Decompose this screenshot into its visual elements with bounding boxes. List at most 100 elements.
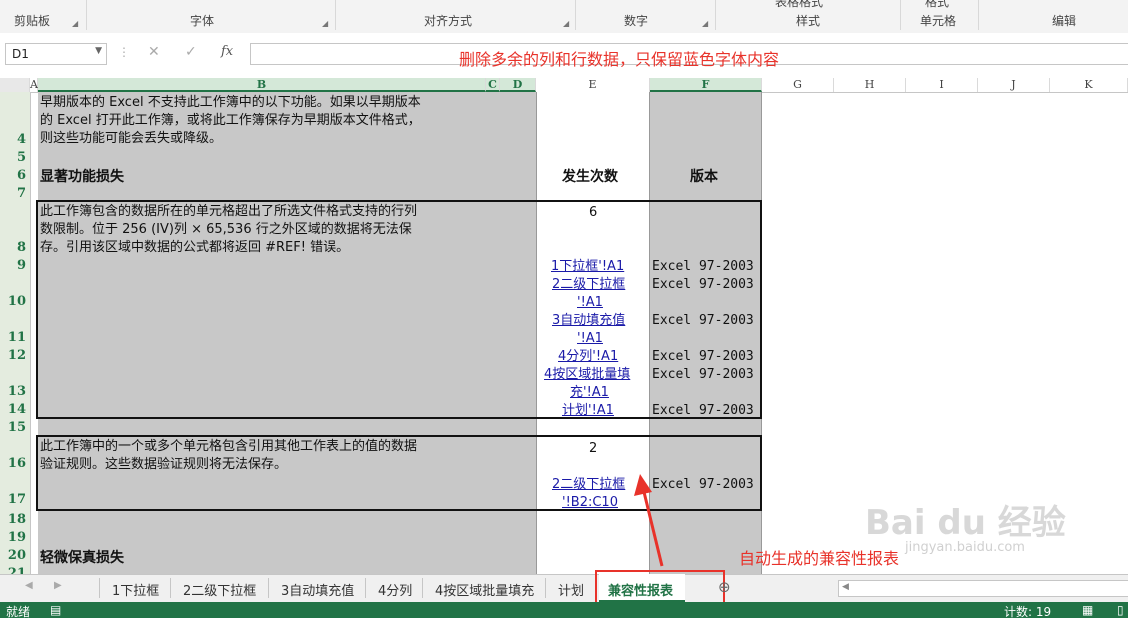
select-all-corner[interactable] xyxy=(0,78,30,92)
version-column-heading: 版本 xyxy=(690,169,718,185)
tab-4-batch-fill[interactable]: 4按区域批量填充 xyxy=(435,580,534,599)
ribbon-fragment-format[interactable]: 格式 xyxy=(925,0,949,10)
row-header-10[interactable]: 10 xyxy=(0,294,30,309)
row-header-9[interactable]: 9 xyxy=(0,258,30,273)
watermark-logo: Bai du 经验 xyxy=(865,503,1066,543)
intro-line-2: 的 Excel 打开此工作簿，或将此工作簿保存为早期版本文件格式， xyxy=(40,113,421,128)
issue1-link-5b[interactable]: 充'!A1 xyxy=(570,384,609,402)
row-header-15[interactable]: 15 xyxy=(0,420,30,435)
major-loss-heading: 显著功能损失 xyxy=(40,169,124,185)
tab-separator xyxy=(99,578,100,598)
row-header-11[interactable]: 11 xyxy=(0,330,30,345)
column-header-c[interactable]: C xyxy=(486,78,500,92)
chevron-down-icon[interactable]: ▼ xyxy=(95,46,102,56)
column-header-g[interactable]: G xyxy=(762,78,834,92)
issue1-line-1: 此工作簿包含的数据所在的单元格超出了所选文件格式支持的行列 xyxy=(40,204,418,219)
tab-plan[interactable]: 计划 xyxy=(558,580,584,599)
normal-view-icon[interactable]: ▦ xyxy=(1082,603,1093,617)
issue1-version-4: Excel 97-2003 xyxy=(652,349,754,364)
annotation-tab-box xyxy=(595,570,725,604)
issue1-version-1: Excel 97-2003 xyxy=(652,259,754,274)
column-header-a[interactable]: A xyxy=(30,78,38,92)
tab-scroll-left-icon[interactable]: ◀ xyxy=(25,580,33,591)
annotation-arrow xyxy=(634,474,664,567)
ribbon-group-number: 数字 xyxy=(624,14,649,28)
tab-4-split-column[interactable]: 4分列 xyxy=(378,580,412,599)
column-header-h[interactable]: H xyxy=(834,78,906,92)
enter-formula-icon[interactable]: ✓ xyxy=(185,44,197,60)
intro-line-1: 早期版本的 Excel 不支持此工作簿中的以下功能。如果以早期版本 xyxy=(40,95,421,110)
column-header: A B C D E F G H I J K xyxy=(0,78,1128,93)
issue1-link-5a[interactable]: 4按区域批量填 xyxy=(544,366,630,384)
row-header-18[interactable]: 18 xyxy=(0,512,30,527)
add-sheet-icon[interactable]: ⊕ xyxy=(718,578,731,596)
row-header-13[interactable]: 13 xyxy=(0,384,30,399)
issue1-link-2a[interactable]: 2二级下拉框 xyxy=(552,276,625,294)
table-border xyxy=(760,200,762,419)
number-launcher-icon[interactable]: ◢ xyxy=(702,19,708,28)
name-box[interactable]: D1 ▼ xyxy=(5,43,107,65)
issue2-link-a[interactable]: 2二级下拉框 xyxy=(552,476,625,494)
row-header-14[interactable]: 14 xyxy=(0,402,30,417)
issue1-link-6[interactable]: 计划'!A1 xyxy=(562,402,614,420)
count-column-heading: 发生次数 xyxy=(562,169,618,185)
ribbon-fragment-table-format[interactable]: 表格格式 xyxy=(775,0,823,10)
issue1-version-3: Excel 97-2003 xyxy=(652,313,754,328)
row-header-19[interactable]: 19 xyxy=(0,530,30,545)
alignment-launcher-icon[interactable]: ◢ xyxy=(563,19,569,28)
table-border xyxy=(36,200,38,419)
sheet-grey-block-b[interactable] xyxy=(38,92,536,574)
tab-3-autofill[interactable]: 3自动填充值 xyxy=(281,580,354,599)
scroll-left-arrow-icon[interactable]: ◀ xyxy=(842,582,849,592)
row-header-12[interactable]: 12 xyxy=(0,348,30,363)
tab-scroll-right-icon[interactable]: ▶ xyxy=(54,580,62,591)
ribbon-group-font: 字体 xyxy=(190,14,215,28)
cancel-formula-icon[interactable]: ✕ xyxy=(148,44,160,60)
macro-record-icon[interactable]: ▤ xyxy=(50,603,61,617)
font-launcher-icon[interactable]: ◢ xyxy=(322,19,328,28)
annotation-bottom: 自动生成的兼容性报表 xyxy=(739,549,900,568)
issue1-link-4[interactable]: 4分列'!A1 xyxy=(558,348,618,366)
tab-1-dropdown[interactable]: 1下拉框 xyxy=(112,580,159,599)
page-layout-view-icon[interactable]: ▯ xyxy=(1117,603,1124,617)
tab-separator xyxy=(545,578,546,598)
column-header-k[interactable]: K xyxy=(1050,78,1128,92)
issue1-link-2b[interactable]: '!A1 xyxy=(577,294,603,312)
row-header-17[interactable]: 17 xyxy=(0,492,30,507)
tab-2-cascading-dropdown[interactable]: 2二级下拉框 xyxy=(183,580,256,599)
row-header-20[interactable]: 20 xyxy=(0,548,30,563)
row-header-7[interactable]: 7 xyxy=(0,186,30,201)
ribbon-separator xyxy=(335,0,336,30)
issue2-link-b[interactable]: '!B2:C10 xyxy=(562,494,618,512)
ribbon: 表格格式 格式 剪贴板 ◢ 字体 ◢ 对齐方式 ◢ 数字 ◢ 样式 单元格 编辑 xyxy=(0,0,1128,34)
ribbon-separator xyxy=(715,0,716,30)
column-header-i[interactable]: I xyxy=(906,78,978,92)
horizontal-scrollbar[interactable]: ◀ xyxy=(838,580,1128,597)
column-header-j[interactable]: J xyxy=(978,78,1050,92)
row-header-6[interactable]: 6 xyxy=(0,168,30,183)
tab-separator xyxy=(422,578,423,598)
issue1-version-2: Excel 97-2003 xyxy=(652,277,754,292)
insert-function-icon[interactable]: fx xyxy=(221,44,233,59)
column-header-b[interactable]: B xyxy=(38,78,486,92)
more-options-icon[interactable]: ⋮ xyxy=(118,45,130,59)
ribbon-group-cells: 单元格 xyxy=(920,14,957,28)
issue1-link-3a[interactable]: 3自动填充值 xyxy=(552,312,625,330)
column-header-d[interactable]: D xyxy=(500,78,536,92)
issue2-line-1: 此工作簿中的一个或多个单元格包含引用其他工作表上的值的数据 xyxy=(40,439,418,454)
issue1-version-5: Excel 97-2003 xyxy=(652,367,754,382)
table-border xyxy=(36,200,762,202)
column-header-e[interactable]: E xyxy=(536,78,650,92)
issue1-link-3b[interactable]: '!A1 xyxy=(577,330,603,348)
watermark-url: jingyan.baidu.com xyxy=(905,540,1025,555)
issue1-link-1[interactable]: 1下拉框'!A1 xyxy=(551,258,624,276)
issue2-line-2: 验证规则。这些数据验证规则将无法保存。 xyxy=(40,457,288,472)
row-header-4[interactable]: 4 xyxy=(0,132,30,147)
table-border xyxy=(36,435,762,437)
clipboard-launcher-icon[interactable]: ◢ xyxy=(72,19,78,28)
row-header-16[interactable]: 16 xyxy=(0,456,30,471)
column-header-f[interactable]: F xyxy=(650,78,762,92)
row-header-5[interactable]: 5 xyxy=(0,150,30,165)
annotation-top: 删除多余的列和行数据，只保留蓝色字体内容 xyxy=(459,50,780,69)
row-header-8[interactable]: 8 xyxy=(0,240,30,255)
